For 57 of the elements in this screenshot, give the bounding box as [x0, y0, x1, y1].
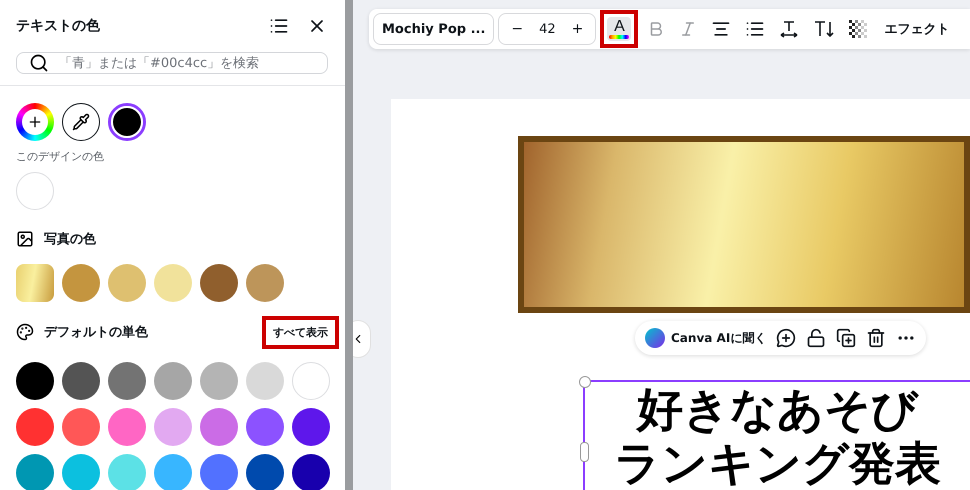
color-swatch[interactable]: [200, 362, 238, 400]
image-icon: [16, 230, 34, 248]
effects-button[interactable]: エフェクト: [876, 19, 956, 39]
search-icon: [29, 53, 49, 73]
decrease-size-button[interactable]: −: [507, 21, 528, 37]
color-swatch[interactable]: [292, 408, 330, 446]
panel-title: テキストの色: [16, 17, 101, 35]
color-swatch[interactable]: [108, 264, 146, 302]
color-swatch[interactable]: [246, 362, 284, 400]
color-swatch[interactable]: [246, 408, 284, 446]
resize-handle[interactable]: [579, 376, 591, 388]
section-title: 写真の色: [44, 231, 97, 248]
search-field[interactable]: 「青」または「#00c4cc」を検索: [16, 52, 328, 74]
color-swatch[interactable]: [108, 362, 146, 400]
ask-ai-button[interactable]: Canva AIに聞く: [645, 328, 766, 348]
side-handle[interactable]: [580, 442, 589, 462]
color-swatch[interactable]: [200, 264, 238, 302]
increase-size-button[interactable]: +: [568, 21, 588, 37]
heading-text: ランキング発表: [614, 436, 941, 490]
color-swatch[interactable]: [154, 454, 192, 490]
color-swatch[interactable]: [16, 362, 54, 400]
color-swatch[interactable]: [108, 454, 146, 490]
palette-icon: [16, 323, 34, 341]
color-swatch[interactable]: [200, 454, 238, 490]
color-swatch[interactable]: [62, 408, 100, 446]
color-swatch[interactable]: [16, 264, 54, 302]
add-color-button[interactable]: [16, 103, 54, 141]
selected-text-box[interactable]: 好きなあそび ランキング発表: [583, 380, 970, 490]
color-swatch[interactable]: [108, 408, 146, 446]
font-size-value[interactable]: 42: [539, 22, 556, 36]
section-label: このデザインの色: [15, 149, 105, 164]
ai-logo-icon: [645, 328, 665, 348]
color-swatch[interactable]: [62, 362, 100, 400]
duplicate-icon[interactable]: [836, 328, 856, 348]
color-swatch[interactable]: [200, 408, 238, 446]
trash-icon[interactable]: [866, 328, 886, 348]
color-swatch[interactable]: [62, 454, 100, 490]
plus-icon: [27, 114, 43, 130]
unlock-icon[interactable]: [806, 328, 826, 348]
text-color-button[interactable]: A: [600, 10, 638, 48]
color-swatch[interactable]: [16, 408, 54, 446]
font-selector[interactable]: Mochiy Pop ...: [373, 13, 494, 45]
color-swatch[interactable]: [108, 103, 146, 141]
comment-add-icon[interactable]: [776, 328, 796, 348]
color-swatch[interactable]: [292, 454, 330, 490]
eyedropper-icon: [72, 113, 90, 131]
color-swatch[interactable]: [62, 264, 100, 302]
color-swatch[interactable]: [154, 264, 192, 302]
color-swatch[interactable]: [16, 454, 54, 490]
color-swatch[interactable]: [246, 454, 284, 490]
heading-text: 好きなあそび: [637, 382, 918, 436]
color-swatch[interactable]: [154, 362, 192, 400]
eyedropper-button[interactable]: [62, 103, 100, 141]
color-swatch[interactable]: [246, 264, 284, 302]
color-swatch[interactable]: [154, 408, 192, 446]
section-title: デフォルトの単色: [44, 324, 149, 341]
show-all-link[interactable]: すべて表示: [262, 316, 339, 348]
